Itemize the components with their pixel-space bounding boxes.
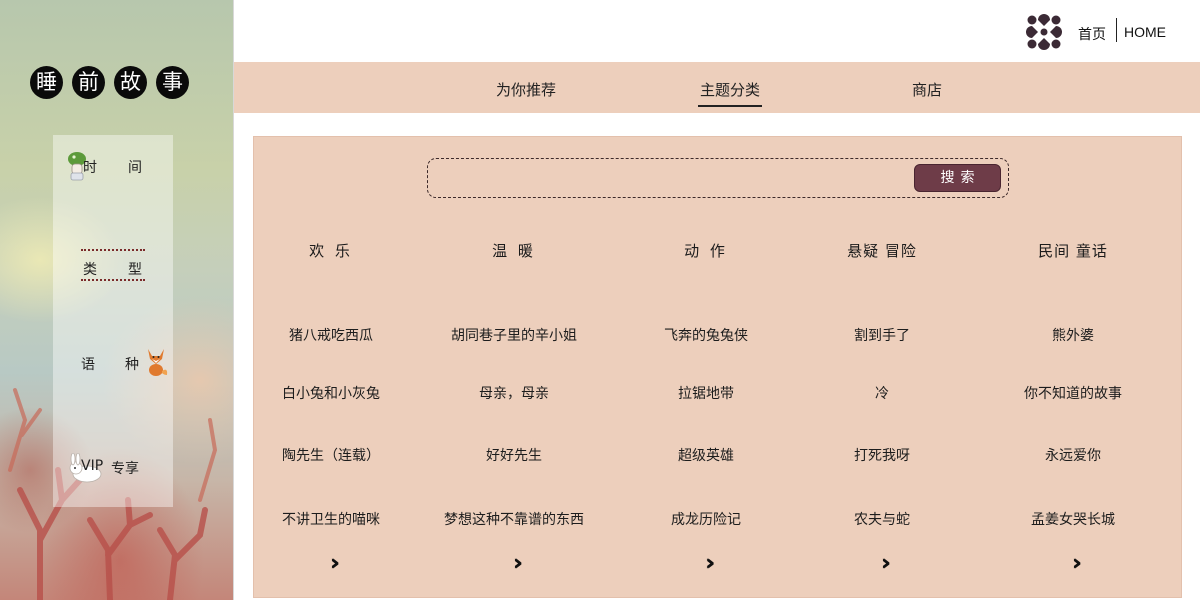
nav-bar: 为你推荐 主题分类 商店 (234, 62, 1200, 113)
category-column: 民间 童话 熊外婆 你不知道的故事 永远爱你 孟姜女哭长城 ›› (978, 137, 1168, 597)
story-link[interactable]: 飞奔的兔兔侠 (611, 325, 801, 345)
sidebar: 睡 前 故 事 时 间 类 型 语 种 VIP 专享 (0, 0, 234, 600)
category-title[interactable]: 悬疑 冒险 (787, 240, 977, 261)
title-char: 前 (72, 66, 105, 99)
story-link[interactable]: 农夫与蛇 (787, 509, 977, 529)
story-link[interactable]: 拉锯地带 (611, 383, 801, 403)
story-link[interactable]: 胡同巷子里的辛小姐 (419, 325, 609, 345)
more-arrow-icon[interactable]: ›› (419, 553, 609, 575)
story-link[interactable]: 永远爱你 (978, 445, 1168, 465)
category-column: 温 暖 胡同巷子里的辛小姐 母亲，母亲 好好先生 梦想这种不靠谱的东西 ›› (419, 137, 609, 597)
sidebar-item-vip[interactable]: VIP 专享 (53, 447, 173, 487)
story-link[interactable]: 梦想这种不靠谱的东西 (419, 509, 609, 529)
fox-icon (148, 349, 168, 376)
story-link[interactable]: 好好先生 (419, 445, 609, 465)
category-panel: 搜索 欢 乐 猪八戒吃西瓜 白小兔和小灰兔 陶先生（连载） 不讲卫生的喵咪 ››… (253, 136, 1182, 598)
active-indicator-bottom (81, 279, 145, 281)
story-link[interactable]: 打死我呀 (787, 445, 977, 465)
category-title[interactable]: 动 作 (611, 240, 801, 261)
more-arrow-icon[interactable]: ›› (787, 553, 977, 575)
category-column: 悬疑 冒险 割到手了 冷 打死我呀 农夫与蛇 ›› (787, 137, 977, 597)
sidebar-item-label: 间 (128, 160, 142, 176)
tab-shop[interactable]: 商店 (912, 79, 942, 100)
story-link[interactable]: 猪八戒吃西瓜 (236, 325, 426, 345)
sidebar-item-label: 型 (128, 262, 142, 278)
tab-topics[interactable]: 主题分类 (697, 79, 763, 107)
flower-logo-icon[interactable] (1024, 12, 1064, 52)
title-char: 事 (156, 66, 189, 99)
home-link-en[interactable]: HOME (1124, 24, 1166, 40)
story-link[interactable]: 孟姜女哭长城 (978, 509, 1168, 529)
story-link[interactable]: 成龙历险记 (611, 509, 801, 529)
sidebar-item-language[interactable]: 语 种 (53, 343, 173, 383)
category-title[interactable]: 温 暖 (419, 240, 609, 261)
more-arrow-icon[interactable]: ›› (978, 553, 1168, 575)
story-link[interactable]: 陶先生（连载） (236, 445, 426, 465)
sidebar-item-label: 专享 (111, 461, 139, 477)
sidebar-item-type[interactable]: 类 型 (53, 247, 173, 287)
sidebar-item-label: 时 (83, 160, 97, 176)
sidebar-item-label: 语 (81, 357, 95, 373)
story-link[interactable]: 不讲卫生的喵咪 (236, 509, 426, 529)
story-link[interactable]: 冷 (787, 383, 977, 403)
category-column: 欢 乐 猪八戒吃西瓜 白小兔和小灰兔 陶先生（连载） 不讲卫生的喵咪 ›› (236, 137, 426, 597)
story-link[interactable]: 割到手了 (787, 325, 977, 345)
sidebar-item-label: 种 (125, 357, 139, 373)
category-column: 动 作 飞奔的兔兔侠 拉锯地带 超级英雄 成龙历险记 › ›› (611, 137, 801, 597)
story-link[interactable]: 母亲，母亲 (419, 383, 609, 403)
story-link[interactable]: 你不知道的故事 (978, 383, 1168, 403)
category-title[interactable]: 民间 童话 (978, 240, 1168, 261)
more-arrow-icon[interactable]: › ›› (611, 553, 801, 575)
sidebar-menu: 时 间 类 型 语 种 VIP 专享 (53, 135, 173, 507)
sidebar-item-label: 类 (83, 262, 97, 278)
story-link[interactable]: 熊外婆 (978, 325, 1168, 345)
app-title: 睡 前 故 事 (30, 66, 189, 99)
sidebar-item-label: VIP (81, 458, 104, 474)
title-char: 睡 (30, 66, 63, 99)
header-divider (1116, 18, 1117, 42)
tab-recommend[interactable]: 为你推荐 (496, 79, 556, 100)
title-char: 故 (114, 66, 147, 99)
more-arrow-icon[interactable]: ›› (236, 553, 426, 575)
story-link[interactable]: 超级英雄 (611, 445, 801, 465)
home-link[interactable]: 首页 (1078, 24, 1106, 44)
sidebar-item-time[interactable]: 时 间 (53, 146, 173, 186)
story-link[interactable]: 白小兔和小灰兔 (236, 383, 426, 403)
category-title[interactable]: 欢 乐 (236, 240, 426, 261)
